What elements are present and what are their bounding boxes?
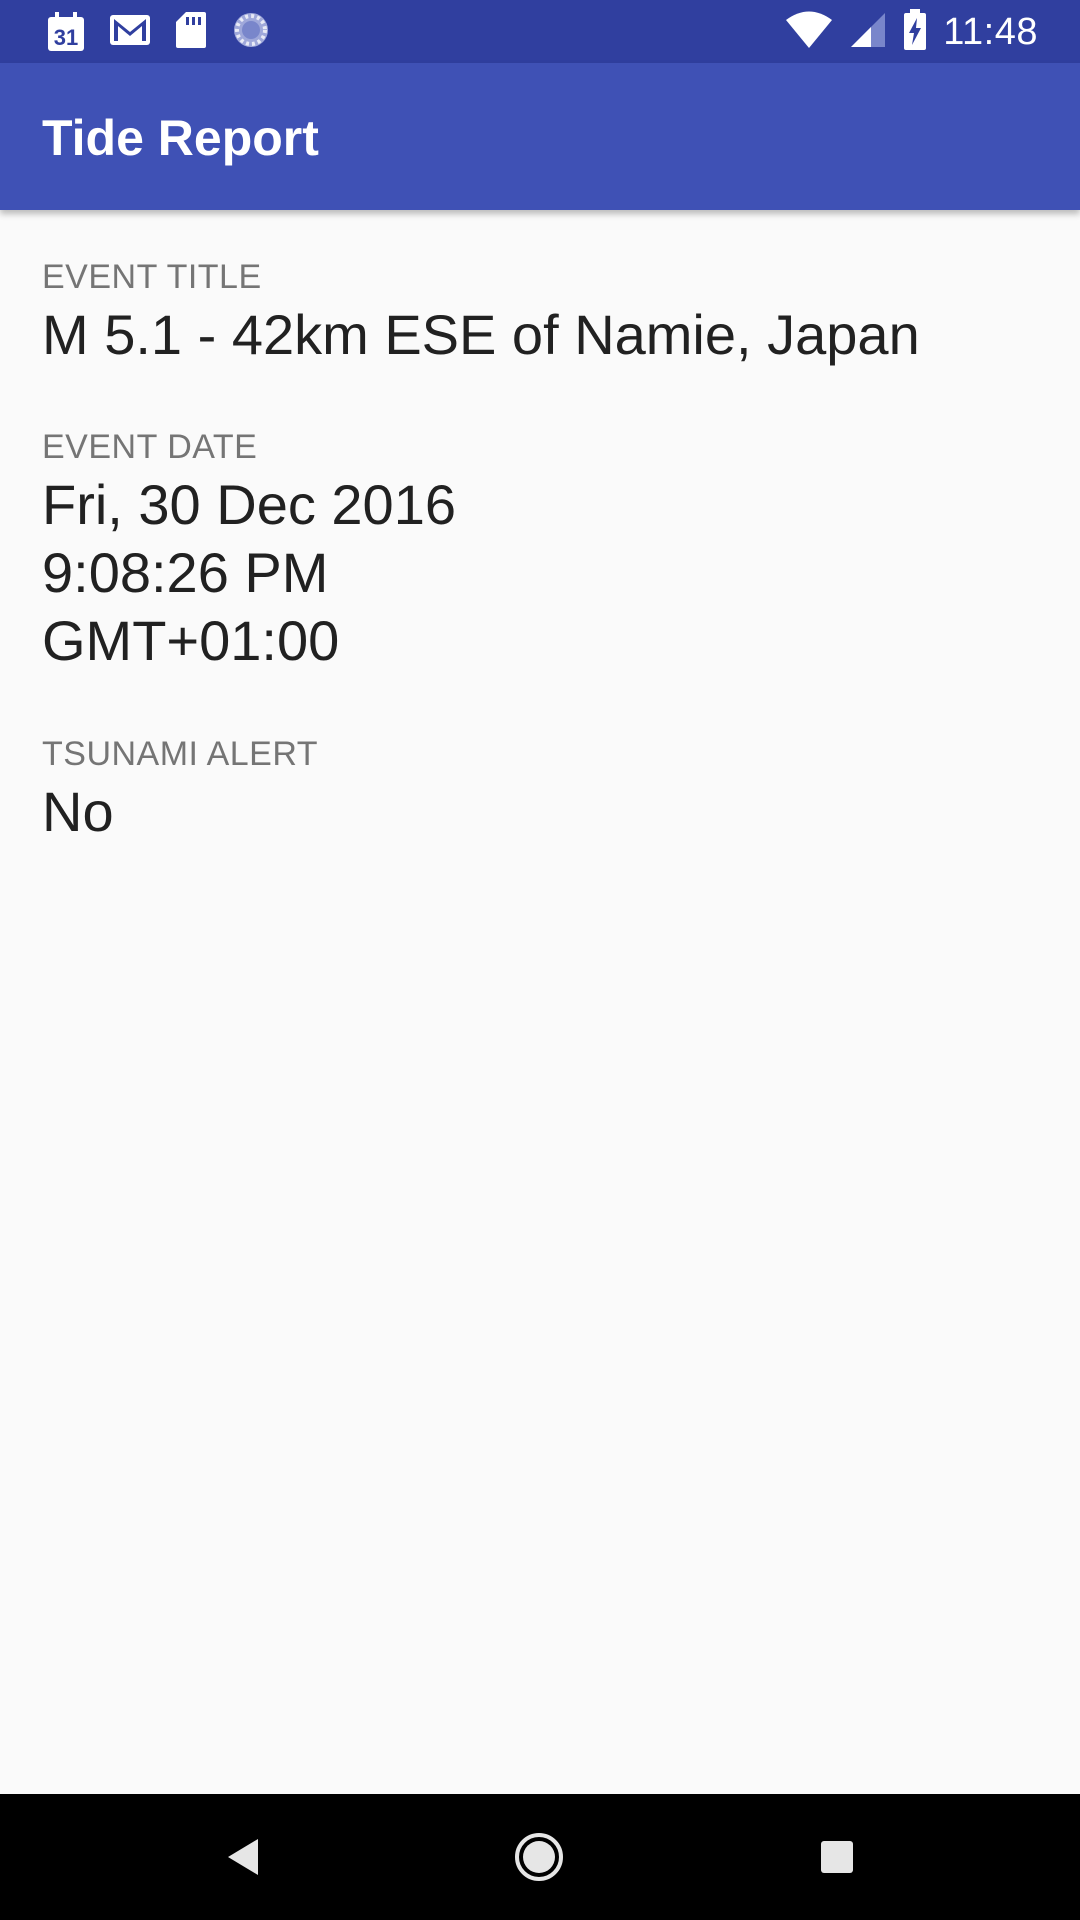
event-date-section: EVENT DATE Fri, 30 Dec 2016 9:08:26 PM G…: [42, 428, 456, 675]
sync-icon: [231, 10, 271, 55]
event-title-section: EVENT TITLE M 5.1 - 42km ESE of Namie, J…: [42, 258, 920, 369]
wifi-icon: [785, 11, 833, 54]
system-icons: 11:48: [785, 8, 1038, 56]
recents-button[interactable]: [807, 1827, 867, 1887]
status-clock: 11:48: [943, 10, 1038, 53]
event-date-label: EVENT DATE: [42, 428, 258, 466]
calendar-icon: 31: [46, 11, 86, 53]
back-icon: [228, 1839, 258, 1875]
event-time-line: 9:08:26 PM: [42, 541, 329, 604]
recents-icon: [821, 1841, 853, 1873]
gmail-icon: [109, 13, 151, 52]
battery-charging-icon: [903, 8, 927, 56]
app-bar: Tide Report: [0, 63, 1080, 210]
tsunami-alert-value: No: [42, 780, 114, 843]
tsunami-alert-section: TSUNAMI ALERT No: [42, 735, 318, 846]
back-button[interactable]: [212, 1827, 272, 1887]
event-date-line: Fri, 30 Dec 2016: [42, 473, 456, 536]
event-title-value: M 5.1 - 42km ESE of Namie, Japan: [42, 303, 920, 366]
status-bar: 31 11:48: [0, 0, 1080, 63]
event-title-label: EVENT TITLE: [42, 258, 262, 296]
calendar-day-text: 31: [53, 25, 79, 50]
home-button[interactable]: [509, 1827, 569, 1887]
event-timezone-line: GMT+01:00: [42, 609, 340, 672]
navigation-bar: [0, 1794, 1080, 1920]
app-title: Tide Report: [42, 110, 319, 166]
notification-icons: 31: [46, 10, 271, 54]
signal-icon: [849, 11, 887, 54]
sd-card-icon: [174, 10, 208, 55]
tsunami-alert-label: TSUNAMI ALERT: [42, 735, 319, 773]
home-icon: [515, 1833, 563, 1881]
